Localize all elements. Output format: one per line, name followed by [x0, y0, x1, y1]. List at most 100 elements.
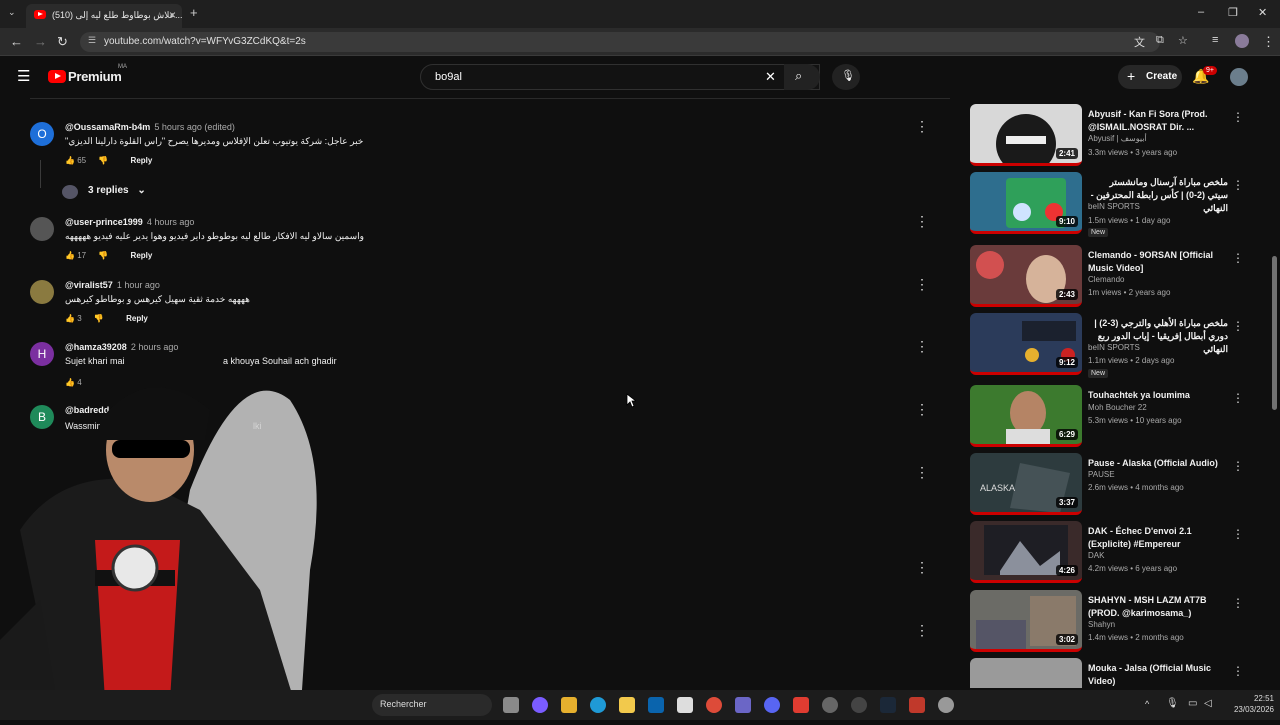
video-menu-icon[interactable]: ⋮: [1232, 110, 1244, 124]
video-thumbnail[interactable]: 6:29: [970, 385, 1082, 447]
site-info-icon[interactable]: ☰: [88, 35, 96, 46]
dislike-icon[interactable]: 👎: [98, 251, 108, 260]
network-icon[interactable]: ▭: [1188, 698, 1197, 709]
channel-name[interactable]: DAK: [1088, 551, 1104, 560]
steam-icon[interactable]: [880, 697, 896, 713]
video-title[interactable]: DAK - Échec D'envoi 2.1 (Explicite) #Emp…: [1088, 525, 1228, 551]
comment-author[interactable]: @OussamaRm-b4m 5 hours ago (edited): [65, 122, 235, 132]
comment-menu-icon[interactable]: ⋮: [915, 622, 929, 639]
reply-button[interactable]: Reply: [131, 251, 153, 260]
comment-author[interactable]: @viralist57 1 hour ago: [65, 280, 160, 290]
video-menu-icon[interactable]: ⋮: [1232, 178, 1244, 192]
like-icon[interactable]: 👍: [65, 314, 75, 323]
sidebar-video[interactable]: 4:26 DAK - Échec D'envoi 2.1 (Explicite)…: [970, 521, 1270, 585]
edge-icon[interactable]: [590, 697, 606, 713]
system-clock[interactable]: 22:51 23/03/2026: [1228, 693, 1274, 715]
tab-list-icon[interactable]: ⌄: [8, 7, 16, 18]
channel-name[interactable]: beIN SPORTS: [1088, 202, 1140, 211]
avatar[interactable]: [30, 217, 54, 241]
obs-icon[interactable]: [822, 697, 838, 713]
reading-list-icon[interactable]: ≡: [1212, 34, 1218, 46]
taskbar-search[interactable]: Rechercher: [372, 694, 492, 716]
replies-toggle[interactable]: 3 replies ⌄: [62, 185, 146, 199]
comment-menu-icon[interactable]: ⋮: [915, 213, 929, 230]
install-icon[interactable]: ⧉: [1156, 34, 1164, 47]
outlook-icon[interactable]: [648, 697, 664, 713]
sidebar-video[interactable]: 9:12 ملخص مباراة الأهلي والترجي (3-2) | …: [970, 313, 1270, 378]
maximize-icon[interactable]: ❐: [1228, 6, 1238, 19]
comment-author[interactable]: @user-prince1999 4 hours ago: [65, 217, 194, 227]
video-thumbnail[interactable]: 2:41: [970, 104, 1082, 166]
back-icon[interactable]: ←: [10, 34, 23, 49]
store-icon[interactable]: [619, 697, 635, 713]
video-thumbnail[interactable]: 2:43: [970, 245, 1082, 307]
recorder-icon[interactable]: [909, 697, 925, 713]
tab-close-icon[interactable]: ×: [169, 8, 176, 22]
chrome-icon[interactable]: [706, 697, 722, 713]
channel-name[interactable]: Abyusif | أبيوسف: [1088, 134, 1147, 143]
video-menu-icon[interactable]: ⋮: [1232, 391, 1244, 405]
sidebar-video[interactable]: 2:41 Abyusif - Kan Fi Sora (Prod. @ISMAI…: [970, 104, 1270, 168]
reload-icon[interactable]: ↻: [57, 34, 68, 50]
browser-tab[interactable]: (510) علاش بوطاوط طلع ليه إلى... ×: [26, 4, 182, 28]
video-menu-icon[interactable]: ⋮: [1232, 459, 1244, 473]
video-thumbnail[interactable]: 4:26: [970, 521, 1082, 583]
video-menu-icon[interactable]: ⋮: [1232, 319, 1244, 333]
comment-menu-icon[interactable]: ⋮: [915, 118, 929, 135]
account-avatar[interactable]: [1230, 68, 1248, 86]
acrobat-icon[interactable]: [793, 697, 809, 713]
volume-icon[interactable]: ◁: [1204, 698, 1212, 709]
browser-menu-icon[interactable]: ⋮: [1262, 34, 1275, 50]
avatar[interactable]: O: [30, 122, 54, 146]
like-icon[interactable]: 👍: [65, 156, 75, 165]
like-icon[interactable]: 👍: [65, 251, 75, 260]
sidebar-video[interactable]: 3:02 SHAHYN - MSH LAZM AT7B (PROD. @kari…: [970, 590, 1270, 654]
reply-button[interactable]: Reply: [126, 314, 148, 323]
minimize-icon[interactable]: –: [1198, 6, 1204, 18]
video-title[interactable]: SHAHYN - MSH LAZM AT7B (PROD. @karimosam…: [1088, 594, 1228, 620]
app-icon[interactable]: [851, 697, 867, 713]
dislike-icon[interactable]: 👎: [94, 314, 104, 323]
copilot-icon[interactable]: [532, 697, 548, 713]
discord-icon[interactable]: [764, 697, 780, 713]
author-handle[interactable]: @viralist57: [65, 280, 113, 290]
voice-search-button[interactable]: 🎙: [832, 64, 860, 90]
video-title[interactable]: Abyusif - Kan Fi Sora (Prod. @ISMAIL.NOS…: [1088, 108, 1228, 134]
search-input[interactable]: bo9al ✕: [420, 64, 820, 90]
video-menu-icon[interactable]: ⋮: [1232, 596, 1244, 610]
dislike-icon[interactable]: 👎: [98, 156, 108, 165]
sidebar-video[interactable]: 9:10 ملخص مباراة آرسنال ومانشستر سيتي (2…: [970, 172, 1270, 237]
video-title[interactable]: Clemando - 9ORSAN [Official Music Video]: [1088, 249, 1228, 275]
address-bar[interactable]: ☰ youtube.com/watch?v=WFYvG3ZCdKQ&t=2s: [80, 32, 1160, 52]
video-title[interactable]: Touhachtek ya loumima: [1088, 389, 1228, 402]
video-thumbnail[interactable]: 3:02: [970, 590, 1082, 652]
translate-icon[interactable]: 文: [1134, 34, 1145, 50]
task-view-icon[interactable]: [503, 697, 519, 713]
sidebar-video[interactable]: 2:43 Clemando - 9ORSAN [Official Music V…: [970, 245, 1270, 309]
game-icon[interactable]: [735, 697, 751, 713]
video-thumbnail[interactable]: 9:10: [970, 172, 1082, 234]
tray-chevron-icon[interactable]: ^: [1145, 699, 1149, 709]
comment-menu-icon[interactable]: ⋮: [915, 276, 929, 293]
author-handle[interactable]: @user-prince1999: [65, 217, 143, 227]
clear-search-icon[interactable]: ✕: [765, 69, 776, 85]
bookmark-star-icon[interactable]: ☆: [1178, 34, 1188, 47]
create-button[interactable]: + Create: [1118, 65, 1182, 89]
capture-icon[interactable]: [677, 697, 693, 713]
file-explorer-icon[interactable]: [561, 697, 577, 713]
sidebar-video[interactable]: Mouka - Jalsa (Official Music Video) ⋮: [970, 658, 1270, 688]
sidebar-scrollbar[interactable]: [1272, 256, 1277, 410]
avatar[interactable]: [30, 280, 54, 304]
channel-name[interactable]: Shahyn: [1088, 620, 1115, 629]
video-menu-icon[interactable]: ⋮: [1232, 251, 1244, 265]
close-window-icon[interactable]: ✕: [1258, 6, 1267, 19]
forward-icon[interactable]: →: [34, 34, 47, 49]
video-menu-icon[interactable]: ⋮: [1232, 527, 1244, 541]
video-title[interactable]: Pause - Alaska (Official Audio): [1088, 457, 1228, 470]
channel-name[interactable]: Moh Boucher 22: [1088, 403, 1147, 412]
microphone-tray-icon[interactable]: 🎙: [1166, 698, 1179, 709]
comment-menu-icon[interactable]: ⋮: [915, 338, 929, 355]
settings-icon[interactable]: [938, 697, 954, 713]
comment-menu-icon[interactable]: ⋮: [915, 559, 929, 576]
sidebar-video[interactable]: ALASKA 3:37 Pause - Alaska (Official Aud…: [970, 453, 1270, 517]
